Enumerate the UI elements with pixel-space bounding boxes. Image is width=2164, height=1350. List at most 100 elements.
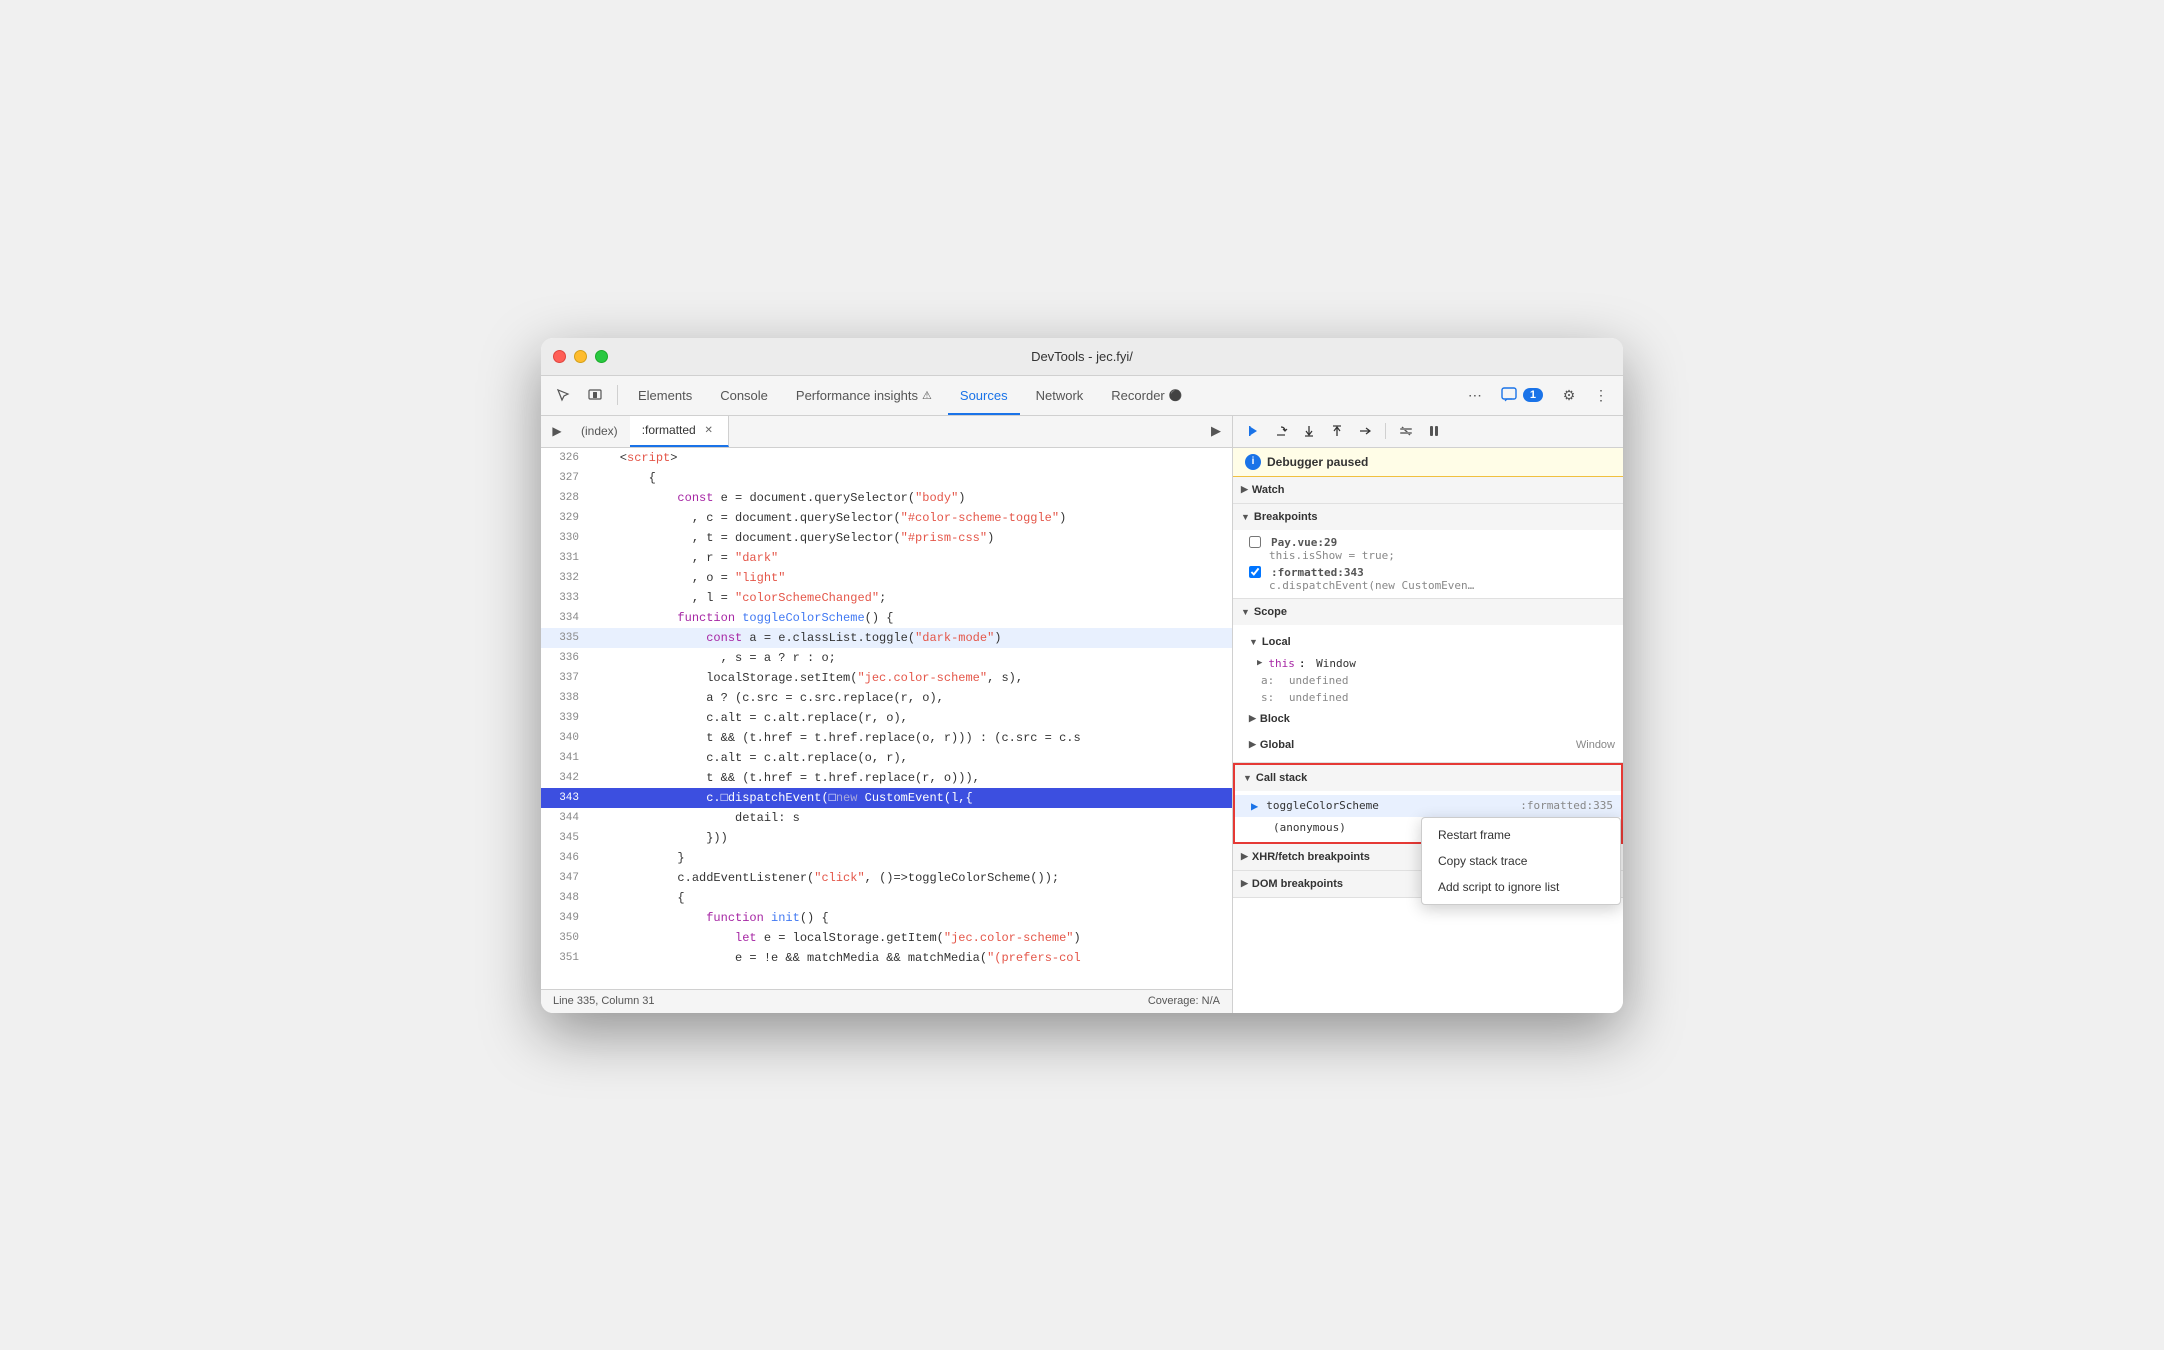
breakpoints-section-header[interactable]: ▼ Breakpoints (1233, 504, 1623, 530)
code-line-345: 345 })) (541, 828, 1232, 848)
code-line-328: 328 const e = document.querySelector("bo… (541, 488, 1232, 508)
scope-s-key: s: (1261, 691, 1274, 704)
code-line-336: 336 , s = a ? r : o; (541, 648, 1232, 668)
step-over-button[interactable] (1269, 419, 1293, 443)
inspect-element-button[interactable] (549, 381, 577, 409)
code-line-331: 331 , r = "dark" (541, 548, 1232, 568)
block-chevron: ▶ (1249, 713, 1256, 724)
tab-console[interactable]: Console (708, 375, 780, 415)
breakpoint-2-code: c.dispatchEvent(new CustomEven… (1249, 579, 1615, 592)
add-to-ignore-list-menu-item[interactable]: Add script to ignore list (1422, 874, 1620, 900)
callstack-content: ▶ toggleColorScheme :formatted:335 (anon… (1235, 791, 1621, 842)
local-chevron: ▼ (1249, 637, 1258, 647)
debug-toolbar (1233, 416, 1623, 448)
watch-section: ▶ Watch (1233, 477, 1623, 504)
code-line-330: 330 , t = document.querySelector("#prism… (541, 528, 1232, 548)
more-options-button[interactable]: ⋮ (1587, 381, 1615, 409)
right-sections: ▶ Watch ▼ Breakpoints Pay.vue:2 (1233, 477, 1623, 1013)
minimize-button[interactable] (574, 350, 587, 363)
settings-button[interactable]: ⚙ (1555, 381, 1583, 409)
tab-elements[interactable]: Elements (626, 375, 704, 415)
code-tabs: ▶ (index) :formatted ✕ ▶ (541, 416, 1232, 448)
callstack-chevron: ▼ (1243, 773, 1252, 783)
debug-separator (1385, 423, 1386, 439)
scope-this-item: ▶ this : Window (1233, 655, 1623, 672)
copy-stack-trace-menu-item[interactable]: Copy stack trace (1422, 848, 1620, 874)
callstack-label: Call stack (1256, 772, 1307, 784)
breakpoint-2-checkbox[interactable] (1249, 566, 1261, 578)
scope-section: ▼ Scope ▼ Local ▶ this : Wind (1233, 599, 1623, 763)
chat-badge: 1 (1523, 388, 1543, 402)
tab-formatted-file[interactable]: :formatted ✕ (630, 416, 729, 448)
code-line-348: 348 { (541, 888, 1232, 908)
watch-section-header[interactable]: ▶ Watch (1233, 477, 1623, 503)
dom-chevron: ▶ (1241, 878, 1248, 889)
scope-this-key: this (1268, 657, 1295, 670)
status-bar: Line 335, Column 31 Coverage: N/A (541, 989, 1232, 1013)
code-line-326: 326 <script> (541, 448, 1232, 468)
callstack-section-header[interactable]: ▼ Call stack (1235, 765, 1621, 791)
code-panel: ▶ (index) :formatted ✕ ▶ 326 <script> 32… (541, 416, 1233, 1013)
devtools-window: DevTools - jec.fyi/ Elements Console Per… (541, 338, 1623, 1013)
file-navigator-toggle[interactable]: ▶ (545, 419, 569, 443)
device-toolbar-button[interactable] (581, 381, 609, 409)
code-line-343: 343 c.□dispatchEvent(□new CustomEvent(l,… (541, 788, 1232, 808)
global-scope-header[interactable]: ▶ Global Window (1233, 732, 1623, 758)
code-line-339: 339 c.alt = c.alt.replace(r, o), (541, 708, 1232, 728)
more-tabs-button[interactable]: ⋯ (1461, 381, 1489, 409)
global-scope-label: Global (1260, 739, 1294, 751)
tab-network[interactable]: Network (1024, 375, 1096, 415)
chat-icon (1501, 387, 1517, 403)
scope-s-item: s: undefined (1233, 689, 1623, 706)
local-scope-label: Local (1262, 636, 1291, 648)
window-title: DevTools - jec.fyi/ (1031, 349, 1133, 364)
code-line-332: 332 , o = "light" (541, 568, 1232, 588)
code-line-340: 340 t && (t.href = t.href.replace(o, r))… (541, 728, 1232, 748)
breakpoint-1-file: Pay.vue:29 (1271, 536, 1337, 549)
tab-index-file[interactable]: (index) (569, 416, 630, 448)
dom-label: DOM breakpoints (1252, 878, 1343, 890)
watch-label: Watch (1252, 484, 1285, 496)
breakpoints-chevron: ▼ (1241, 512, 1250, 522)
scope-s-val: undefined (1289, 691, 1349, 704)
global-scope-val: Window (1576, 739, 1615, 751)
recorder-icon: ⚫ (1169, 389, 1183, 402)
scope-section-header[interactable]: ▼ Scope (1233, 599, 1623, 625)
callstack-section: ▼ Call stack ▶ toggleColorScheme :format… (1233, 763, 1623, 844)
code-line-342: 342 t && (t.href = t.href.replace(r, o))… (541, 768, 1232, 788)
code-line-335: 335 const a = e.classList.toggle("dark-m… (541, 628, 1232, 648)
scope-this-val: Window (1316, 657, 1356, 670)
titlebar: DevTools - jec.fyi/ (541, 338, 1623, 376)
close-formatted-tab[interactable]: ✕ (702, 423, 716, 437)
step-into-button[interactable] (1297, 419, 1321, 443)
block-scope-header[interactable]: ▶ Block (1233, 706, 1623, 732)
step-button[interactable] (1353, 419, 1377, 443)
fullscreen-button[interactable] (595, 350, 608, 363)
restart-frame-menu-item[interactable]: Restart frame (1422, 822, 1620, 848)
tab-sources[interactable]: Sources (948, 375, 1020, 415)
global-chevron: ▶ (1249, 739, 1256, 750)
scope-a-val: undefined (1289, 674, 1349, 687)
breakpoints-label: Breakpoints (1254, 511, 1318, 523)
line-col-status: Line 335, Column 31 (553, 995, 655, 1007)
local-scope-header[interactable]: ▼ Local (1233, 629, 1623, 655)
code-line-334: 334 function toggleColorScheme() { (541, 608, 1232, 628)
breakpoint-1-checkbox[interactable] (1249, 536, 1261, 548)
run-snippet-button[interactable]: ▶ (1204, 419, 1228, 443)
breakpoint-item-2: :formatted:343 c.dispatchEvent(new Custo… (1233, 564, 1623, 594)
tab-performance[interactable]: Performance insights ⚠ (784, 375, 944, 415)
code-editor[interactable]: 326 <script> 327 { 328 const e = documen… (541, 448, 1232, 989)
pause-on-exceptions-button[interactable] (1422, 419, 1446, 443)
callstack-frame-1-name: toggleColorScheme (1266, 799, 1512, 812)
scope-a-key: a: (1261, 674, 1274, 687)
callstack-item-1[interactable]: ▶ toggleColorScheme :formatted:335 (1235, 795, 1621, 817)
breakpoints-section: ▼ Breakpoints Pay.vue:29 this.isShow = t… (1233, 504, 1623, 599)
code-line-329: 329 , c = document.querySelector("#color… (541, 508, 1232, 528)
deactivate-breakpoints-button[interactable] (1394, 419, 1418, 443)
tab-recorder[interactable]: Recorder ⚫ (1099, 375, 1194, 415)
close-button[interactable] (553, 350, 566, 363)
block-scope-label: Block (1260, 713, 1290, 725)
resume-button[interactable] (1241, 419, 1265, 443)
breakpoints-content: Pay.vue:29 this.isShow = true; :formatte… (1233, 530, 1623, 598)
step-out-button[interactable] (1325, 419, 1349, 443)
